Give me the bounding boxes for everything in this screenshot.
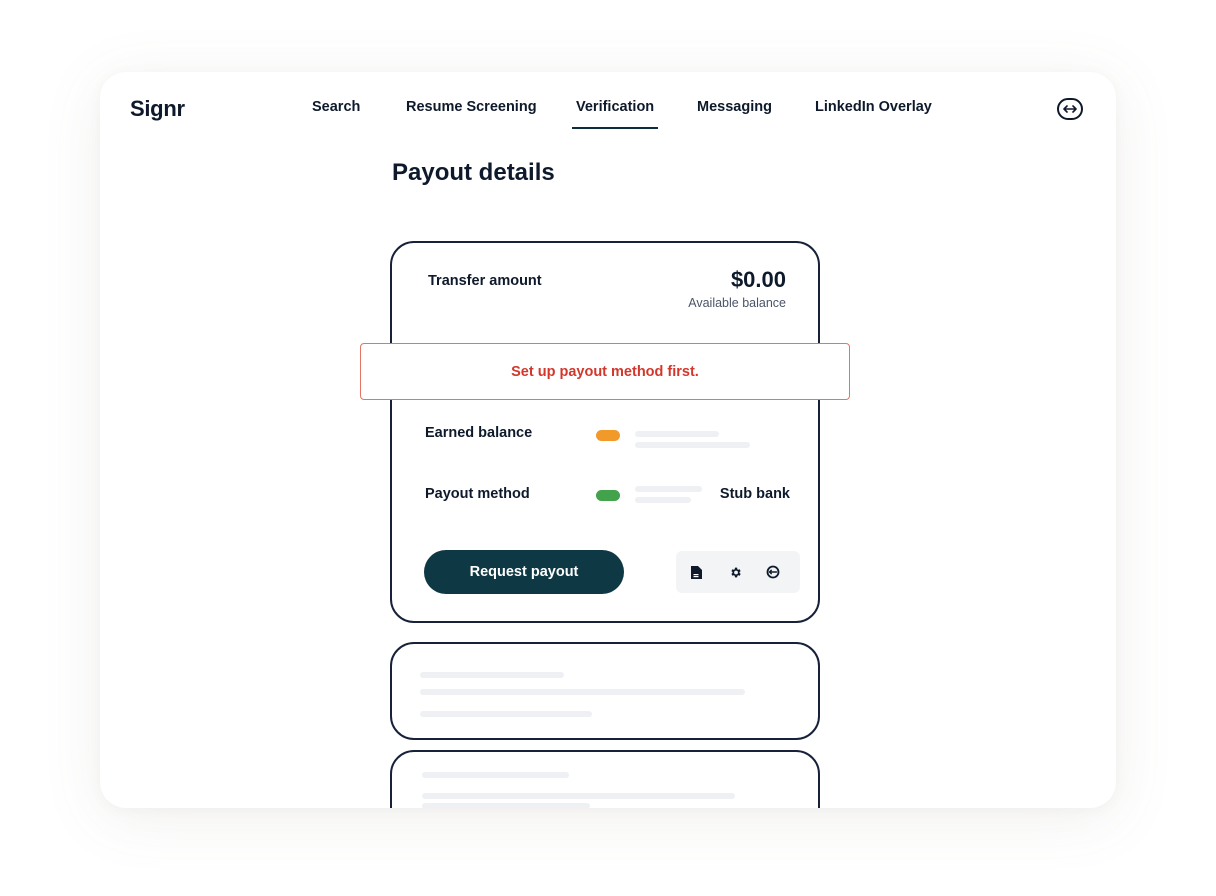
payout-card: Transfer amount $0.00 Available balance … [390,241,820,623]
payout-method-value: Stub bank [719,486,790,502]
action-toolbar [676,551,800,593]
nav-messaging[interactable]: Messaging [697,99,772,115]
transfer-amount-label: Transfer amount [428,273,542,289]
skeleton-line [635,442,750,448]
swap-icon [1063,105,1077,113]
skeleton-card [390,750,820,808]
request-payout-button[interactable]: Request payout [424,550,624,594]
skeleton-line [420,711,592,717]
skeleton-line [635,431,719,437]
skeleton-line [422,772,569,778]
page-title: Payout details [392,159,555,186]
gear-icon [730,567,741,577]
document-button[interactable] [688,564,704,580]
skeleton-line [422,793,735,799]
payout-alert: Set up payout method first. [360,343,850,400]
skeleton-line [635,497,691,503]
refresh-icon [766,565,780,579]
app-logo[interactable]: Signr [130,96,185,122]
payout-method-label: Payout method [425,486,530,502]
settings-button[interactable] [727,564,743,580]
nav-resume-screening[interactable]: Resume Screening [406,99,537,115]
document-icon [690,565,702,579]
method-status-pill [596,490,620,501]
transfer-amount-value: $0.00 [730,267,786,292]
skeleton-line [422,803,590,808]
skeleton-line [420,689,745,695]
refresh-button[interactable] [765,564,781,580]
swap-button[interactable] [1057,98,1083,120]
nav-linkedin-overlay[interactable]: LinkedIn Overlay [815,99,932,115]
earned-status-pill [596,430,620,441]
app-window: Signr Search Resume Screening Verificati… [100,72,1116,808]
nav-search[interactable]: Search [312,99,360,115]
skeleton-card [390,642,820,740]
nav-verification[interactable]: Verification [571,99,659,129]
skeleton-line [420,672,564,678]
earned-balance-label: Earned balance [425,425,533,441]
skeleton-line [635,486,702,492]
available-balance-label: Available balance [688,296,786,310]
